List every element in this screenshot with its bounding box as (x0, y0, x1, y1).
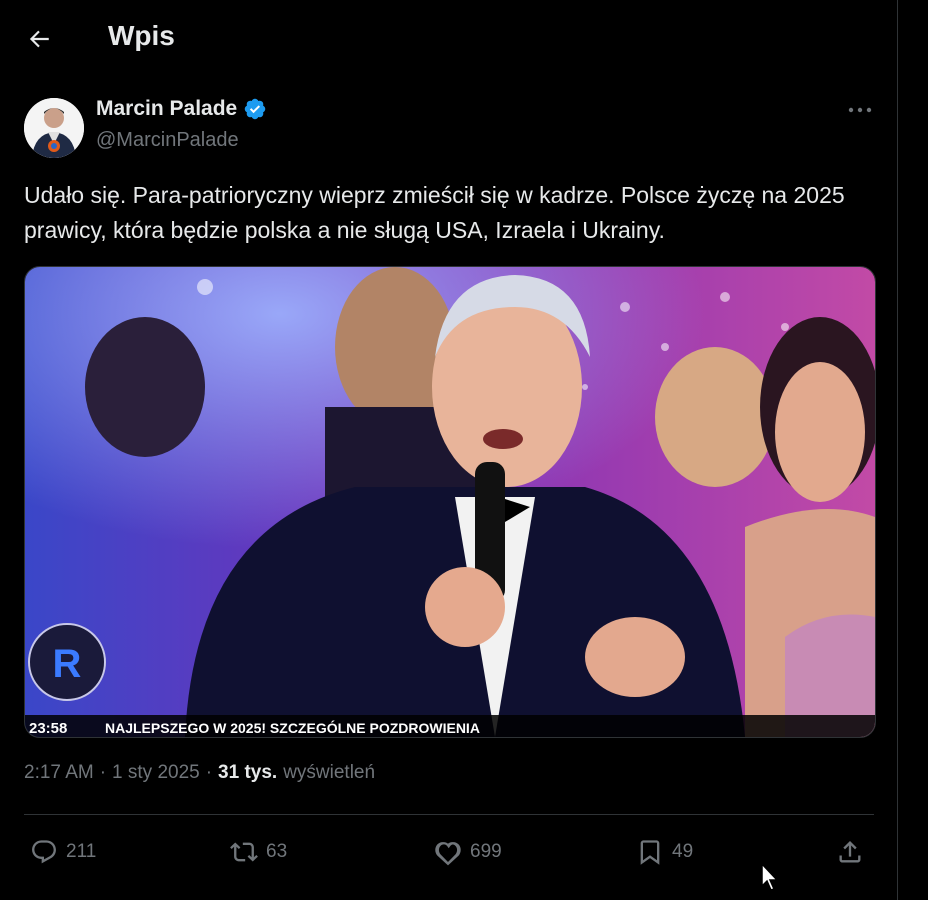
header: Wpis (0, 0, 897, 76)
like-count: 699 (470, 841, 502, 862)
share-button[interactable] (836, 832, 864, 872)
author-name-text: Marcin Palade (96, 97, 238, 120)
post-meta: 2:17 AM · 1 sty 2025 · 31 tys. wyświetle… (24, 762, 375, 784)
views-count: 31 tys. (218, 762, 278, 783)
share-icon (839, 841, 861, 863)
reply-button[interactable]: 211 (30, 832, 96, 872)
post-column: Wpis Marcin Palade @MarcinPalade Udało s… (0, 0, 898, 900)
repost-icon (230, 842, 258, 862)
verified-badge-icon (244, 98, 266, 120)
author-handle[interactable]: @MarcinPalade (96, 129, 239, 152)
bookmark-button[interactable]: 49 (636, 832, 693, 872)
post-text: Udało się. Para-patrioryczny wieprz zmie… (24, 182, 845, 243)
repost-count: 63 (266, 841, 288, 862)
post-time[interactable]: 2:17 AM (24, 762, 94, 784)
meta-separator: · (99, 762, 107, 783)
channel-logo-letter: R (53, 642, 82, 686)
bookmark-count: 49 (672, 841, 694, 862)
action-bar: 211 63 699 49 (24, 832, 874, 872)
page-title: Wpis (108, 20, 175, 51)
repost-button[interactable]: 63 (230, 832, 287, 872)
avatar[interactable] (24, 98, 84, 158)
heart-icon (435, 842, 461, 866)
like-button[interactable]: 699 (434, 832, 502, 872)
author-name[interactable]: Marcin Palade (96, 97, 267, 121)
views-label: wyświetleń (283, 762, 376, 783)
mouse-cursor-icon (761, 862, 779, 891)
back-button[interactable] (22, 22, 56, 56)
post-media-video[interactable]: R 23:58 NAJLEPSZEGO W 2025! SZCZEGÓLNE P… (24, 266, 876, 738)
meta-separator: · (205, 762, 213, 783)
back-arrow-icon (29, 30, 49, 48)
more-options-button[interactable] (842, 98, 878, 122)
reply-count: 211 (66, 841, 97, 862)
reply-icon (32, 840, 56, 864)
more-dots-icon (848, 107, 872, 113)
ticker-text: NAJLEPSZEGO W 2025! SZCZEGÓLNE POZDROWIE… (105, 719, 480, 736)
divider (24, 814, 874, 815)
post-date[interactable]: 1 sty 2025 (112, 762, 200, 784)
ticker-clock: 23:58 (29, 720, 67, 737)
bookmark-icon (640, 840, 660, 865)
